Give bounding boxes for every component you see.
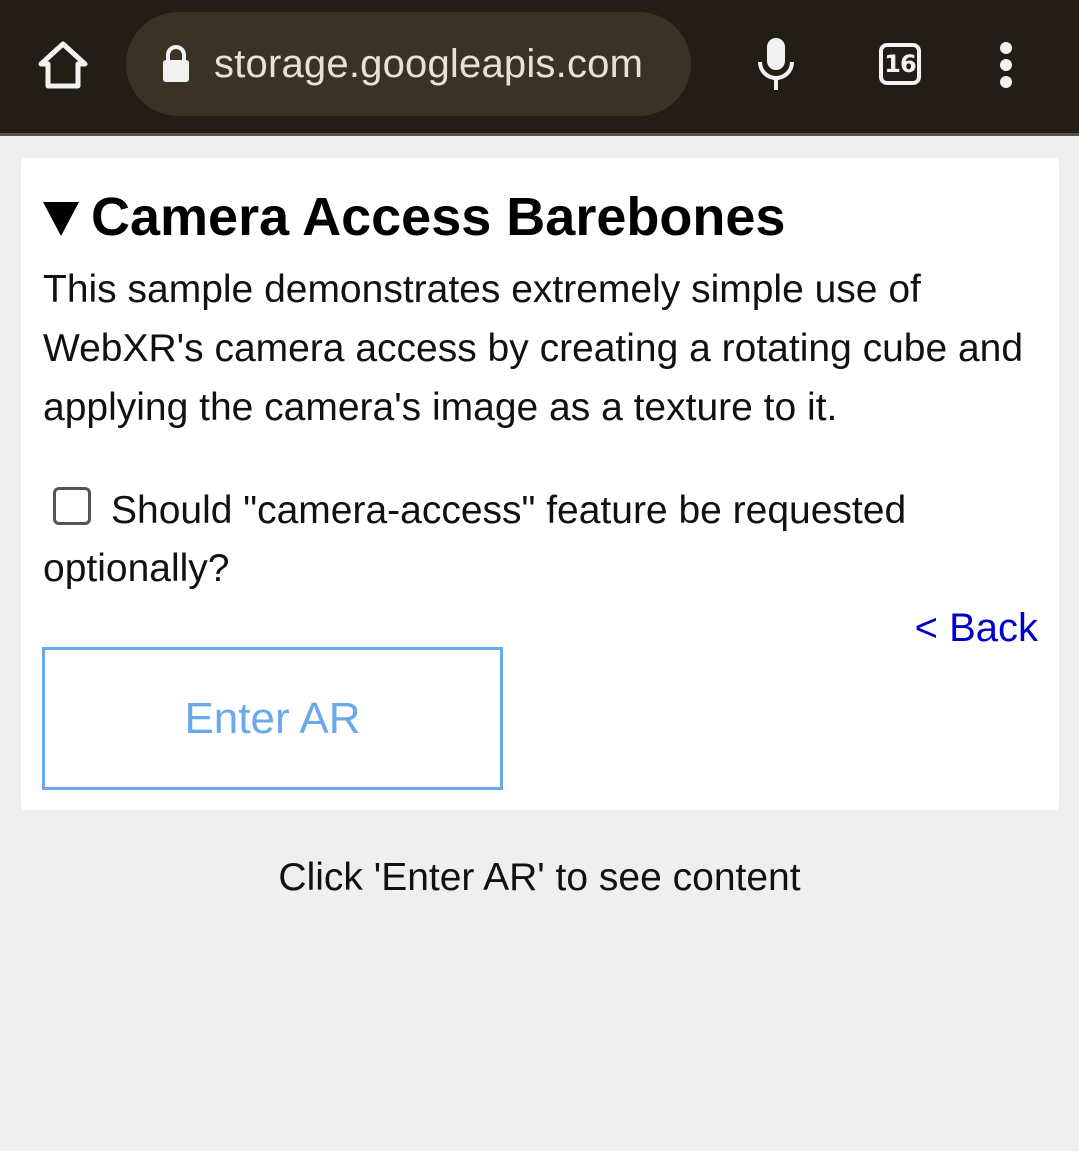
- address-bar[interactable]: storage.googleapis.com: [126, 12, 691, 116]
- tab-count: 16: [879, 43, 921, 85]
- page-description: This sample demonstrates extremely simpl…: [43, 268, 1024, 429]
- more-vert-icon: [1000, 42, 1012, 88]
- details-summary[interactable]: Camera Access Barebones: [43, 186, 785, 248]
- enter-ar-button[interactable]: Enter AR: [42, 647, 503, 790]
- lock-icon: [160, 44, 192, 84]
- back-link[interactable]: < Back: [915, 606, 1038, 651]
- camera-access-optional-checkbox[interactable]: [53, 487, 91, 525]
- browser-toolbar: storage.googleapis.com 16: [0, 0, 1079, 136]
- home-icon: [38, 41, 88, 89]
- browser-menu-button[interactable]: [984, 34, 1028, 96]
- info-panel: Camera Access Barebones This sample demo…: [21, 158, 1059, 810]
- voice-search-button[interactable]: [748, 30, 804, 98]
- optional-feature-label: Should "camera-access" feature be reques…: [43, 489, 907, 590]
- tab-switcher-button[interactable]: 16: [872, 36, 928, 92]
- optional-feature-option: Should "camera-access" feature be reques…: [43, 482, 1033, 598]
- url-text: storage.googleapis.com: [214, 41, 644, 86]
- home-button[interactable]: [30, 34, 96, 96]
- disclosure-triangle-icon: [43, 202, 79, 236]
- page-title: Camera Access Barebones: [91, 187, 786, 247]
- enter-ar-hint: Click 'Enter AR' to see content: [278, 856, 801, 899]
- microphone-icon: [758, 38, 794, 90]
